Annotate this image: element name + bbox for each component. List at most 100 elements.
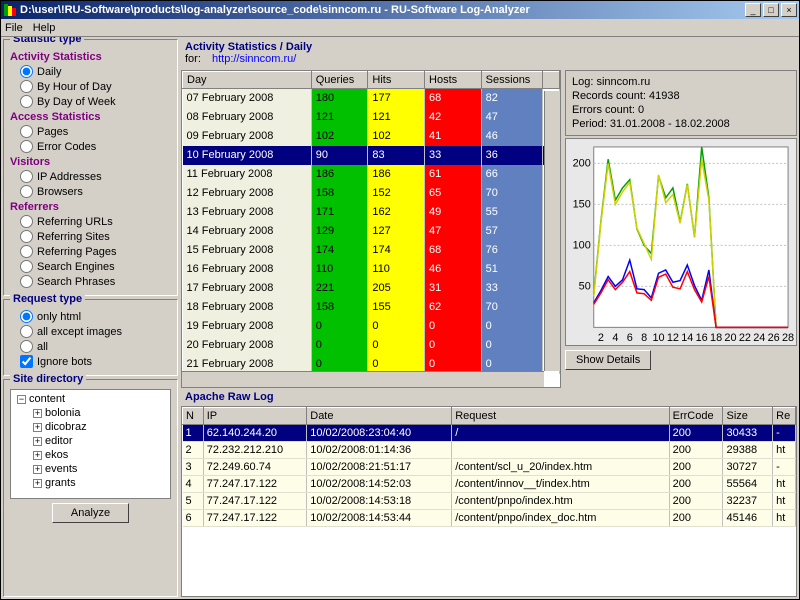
check-ignore-bots[interactable]: Ignore bots (10, 354, 171, 369)
stats-table[interactable]: Day Queries Hits Hosts Sessions 07 Febru… (181, 70, 561, 388)
analyze-button[interactable]: Analyze (52, 503, 129, 523)
svg-text:16: 16 (696, 332, 708, 344)
svg-text:100: 100 (573, 239, 591, 251)
scrollbar-horizontal[interactable] (182, 371, 544, 387)
raw-log-title: Apache Raw Log (181, 391, 797, 403)
col-sessions[interactable]: Sessions (481, 72, 543, 89)
svg-text:24: 24 (753, 332, 765, 344)
table-row[interactable]: 17 February 20082212053133 (183, 279, 560, 298)
stats-url[interactable]: http://sinncom.ru/ (212, 53, 296, 65)
svg-text:50: 50 (579, 280, 591, 292)
radio-pages[interactable]: Pages (10, 124, 171, 139)
radio-ref-engines[interactable]: Search Engines (10, 259, 171, 274)
group-legend: Request type (10, 293, 85, 305)
stats-chart: 50100150200246810121416182022242628 (565, 138, 797, 346)
col-errcode[interactable]: ErrCode (669, 408, 723, 425)
radio-ref-phrases[interactable]: Search Phrases (10, 274, 171, 289)
svg-text:4: 4 (612, 332, 618, 344)
raw-log-table[interactable]: N IP Date Request ErrCode Size Re 162.14… (181, 406, 797, 597)
table-row[interactable]: 10 February 200890833336 (183, 146, 560, 165)
table-row[interactable]: 15 February 20081741746876 (183, 241, 560, 260)
request-type-group: Request type only html all except images… (3, 299, 178, 376)
tree-item[interactable]: +events (13, 462, 168, 476)
table-row[interactable]: 12 February 20081581526570 (183, 184, 560, 203)
site-tree[interactable]: −content +bolonia+dicobraz+editor+ekos+e… (10, 389, 171, 499)
radio-except-img[interactable]: all except images (10, 324, 171, 339)
table-row[interactable]: 372.249.60.7410/02/2008:21:51:17/content… (183, 459, 796, 476)
table-row[interactable]: 162.140.244.2010/02/2008:23:04:40/200304… (183, 425, 796, 442)
radio-browsers[interactable]: Browsers (10, 184, 171, 199)
table-row[interactable]: 07 February 20081801776882 (183, 89, 560, 108)
statistic-type-group: Statistic type Activity Statistics Daily… (3, 39, 178, 296)
col-size[interactable]: Size (723, 408, 773, 425)
titlebar[interactable]: D:\user\!RU-Software\products\log-analyz… (1, 1, 799, 19)
col-ip[interactable]: IP (203, 408, 307, 425)
svg-text:200: 200 (573, 157, 591, 169)
tree-item[interactable]: +bolonia (13, 406, 168, 420)
site-directory-group: Site directory −content +bolonia+dicobra… (3, 379, 178, 597)
table-row[interactable]: 13 February 20081711624955 (183, 203, 560, 222)
access-head: Access Statistics (10, 111, 171, 123)
referrers-head: Referrers (10, 201, 171, 213)
col-date[interactable]: Date (307, 408, 452, 425)
log-info: Log: sinncom.ru Records count: 41938 Err… (565, 70, 797, 136)
window-title: D:\user\!RU-Software\products\log-analyz… (20, 4, 745, 16)
tree-item[interactable]: +ekos (13, 448, 168, 462)
radio-week[interactable]: By Day of Week (10, 94, 171, 109)
col-scroll (543, 72, 560, 89)
group-legend: Site directory (10, 373, 86, 385)
radio-hour[interactable]: By Hour of Day (10, 79, 171, 94)
tree-item[interactable]: +editor (13, 434, 168, 448)
table-row[interactable]: 477.247.17.12210/02/2008:14:52:03/conten… (183, 476, 796, 493)
svg-text:10: 10 (652, 332, 664, 344)
menu-help[interactable]: Help (33, 22, 56, 34)
svg-text:22: 22 (739, 332, 751, 344)
svg-text:6: 6 (627, 332, 633, 344)
radio-ref-sites[interactable]: Referring Sites (10, 229, 171, 244)
tree-item[interactable]: +grants (13, 476, 168, 490)
svg-text:12: 12 (667, 332, 679, 344)
show-details-button[interactable]: Show Details (565, 350, 651, 370)
radio-daily[interactable]: Daily (10, 64, 171, 79)
app-window: D:\user\!RU-Software\products\log-analyz… (0, 0, 800, 600)
table-row[interactable]: 18 February 20081581556270 (183, 298, 560, 317)
table-row[interactable]: 11 February 20081861866166 (183, 165, 560, 184)
radio-ref-urls[interactable]: Referring URLs (10, 214, 171, 229)
table-row[interactable]: 16 February 20081101104651 (183, 260, 560, 279)
col-day[interactable]: Day (183, 72, 312, 89)
radio-ip[interactable]: IP Addresses (10, 169, 171, 184)
table-row[interactable]: 14 February 20081291274757 (183, 222, 560, 241)
svg-text:20: 20 (724, 332, 736, 344)
col-n[interactable]: N (183, 408, 204, 425)
svg-text:150: 150 (573, 198, 591, 210)
col-hits[interactable]: Hits (368, 72, 425, 89)
maximize-button[interactable]: □ (763, 3, 779, 17)
close-button[interactable]: × (781, 3, 797, 17)
table-row[interactable]: 08 February 20081211214247 (183, 108, 560, 127)
radio-ref-pages[interactable]: Referring Pages (10, 244, 171, 259)
table-row[interactable]: 577.247.17.12210/02/2008:14:53:18/conten… (183, 493, 796, 510)
table-row[interactable]: 677.247.17.12210/02/2008:14:53:44/conten… (183, 510, 796, 527)
radio-only-html[interactable]: only html (10, 309, 171, 324)
menu-file[interactable]: File (5, 22, 23, 34)
tree-root[interactable]: −content (13, 392, 168, 406)
scrollbar-vertical[interactable] (544, 91, 560, 371)
tree-item[interactable]: +dicobraz (13, 420, 168, 434)
table-row[interactable]: 272.232.212.21010/02/2008:01:14:36200293… (183, 442, 796, 459)
svg-text:8: 8 (641, 332, 647, 344)
col-re[interactable]: Re (773, 408, 796, 425)
table-row[interactable]: 09 February 20081021024146 (183, 127, 560, 146)
visitors-head: Visitors (10, 156, 171, 168)
col-hosts[interactable]: Hosts (425, 72, 482, 89)
menubar: File Help (1, 19, 799, 37)
col-queries[interactable]: Queries (311, 72, 368, 89)
svg-text:26: 26 (768, 332, 780, 344)
radio-all[interactable]: all (10, 339, 171, 354)
stats-header: Activity Statistics / Daily for: http://… (181, 39, 797, 67)
table-row[interactable]: 19 February 20080000 (183, 317, 560, 336)
col-request[interactable]: Request (452, 408, 669, 425)
activity-head: Activity Statistics (10, 51, 171, 63)
minimize-button[interactable]: _ (745, 3, 761, 17)
table-row[interactable]: 20 February 20080000 (183, 336, 560, 355)
radio-errors[interactable]: Error Codes (10, 139, 171, 154)
